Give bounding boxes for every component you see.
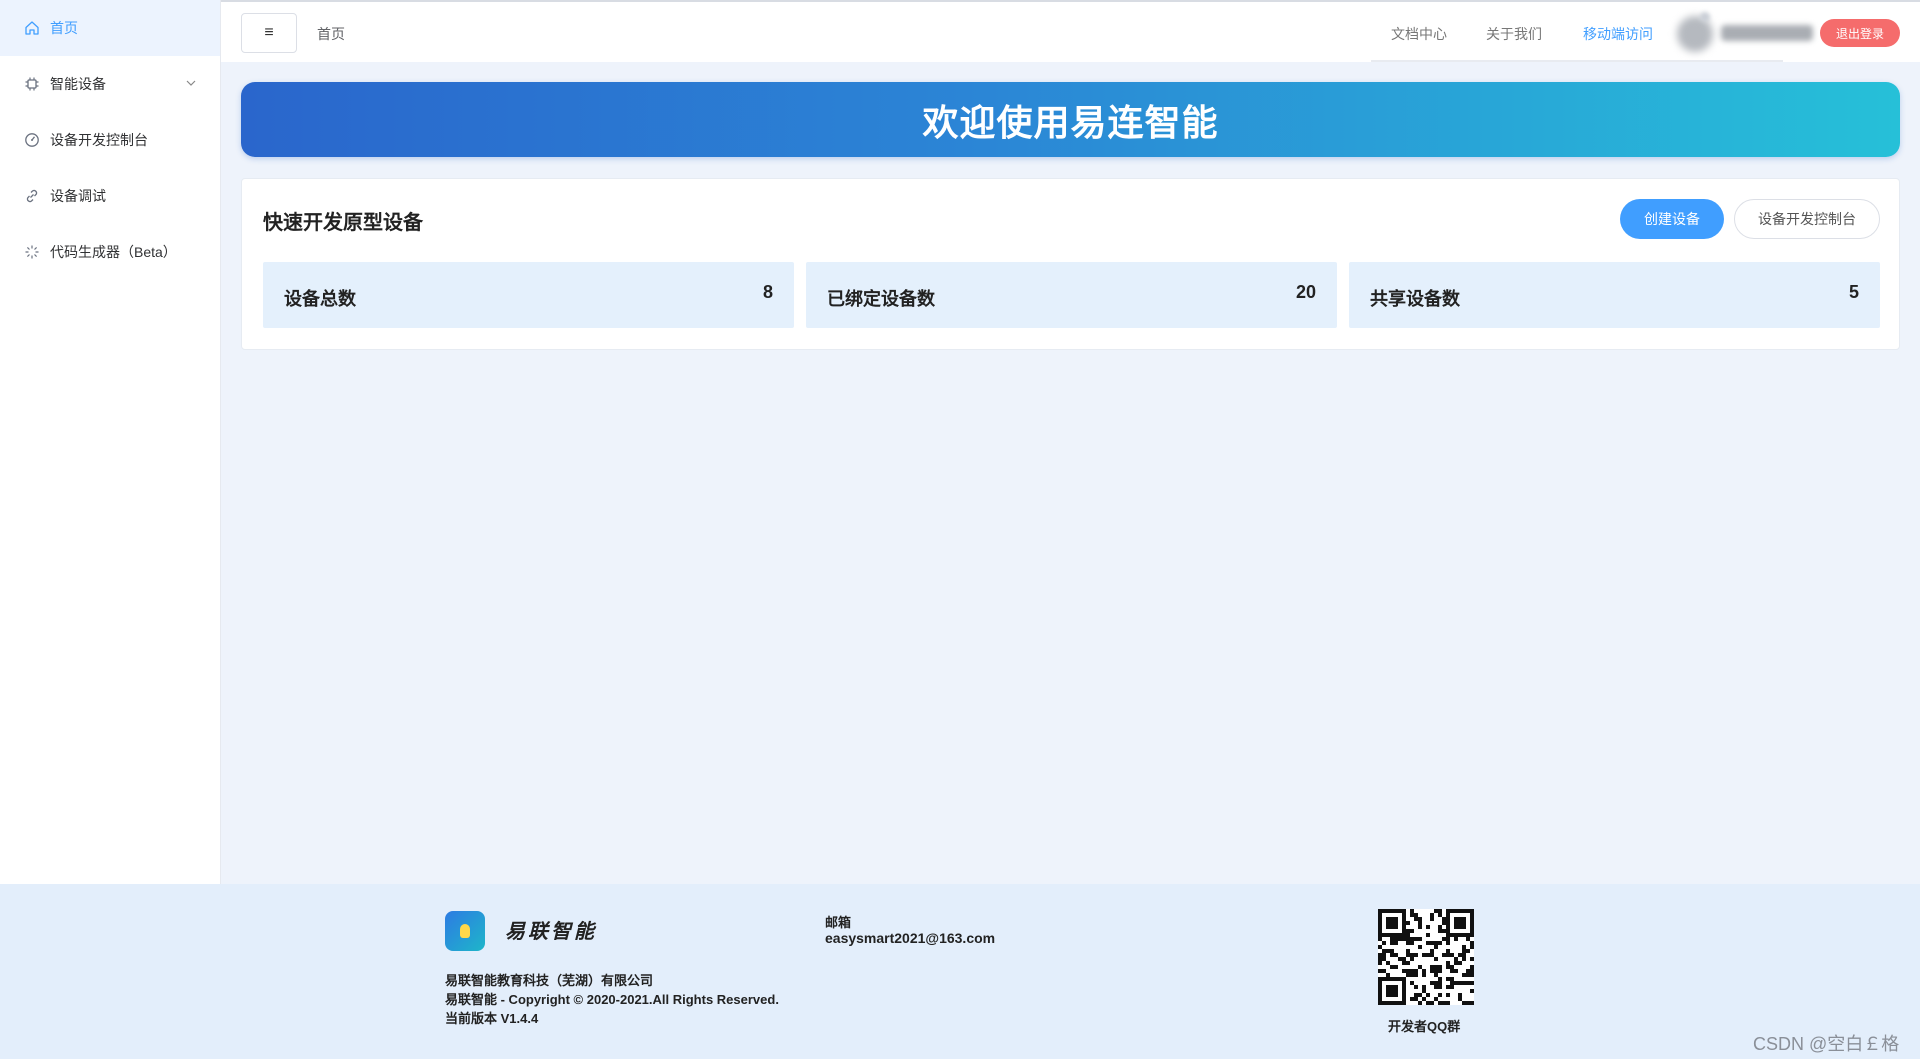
link-icon: [24, 188, 40, 204]
stat-label: 共享设备数: [1370, 289, 1460, 309]
sidebar-item-label: 设备调试: [50, 188, 106, 204]
card-title: 快速开发原型设备: [263, 212, 423, 234]
sidebar-item-label: 设备开发控制台: [50, 132, 148, 148]
brand-logo: [445, 911, 485, 951]
stat-value: 8: [762, 282, 773, 302]
footer-company: 易联智能教育科技（芜湖）有限公司: [445, 973, 654, 988]
qr-label: 开发者QQ群: [1388, 1019, 1461, 1034]
footer-version: 当前版本 V1.4.4: [445, 1011, 539, 1026]
docs-link[interactable]: 文档中心: [1391, 24, 1447, 44]
logout-button[interactable]: 退出登录: [1820, 19, 1900, 47]
quick-dev-card: 快速开发原型设备 创建设备 设备开发控制台 设备总数 8 已绑定设备数 20 共…: [241, 178, 1900, 350]
footer-copyright: 易联智能 - Copyright © 2020-2021.All Rights …: [445, 992, 779, 1007]
stat-value: 5: [1848, 282, 1859, 302]
username-redacted[interactable]: [1721, 25, 1813, 41]
sidebar-item-debug[interactable]: 设备调试: [0, 168, 220, 224]
csdn-watermark: CSDN @空白￡格: [1753, 1034, 1900, 1054]
hamburger-icon: ≡: [264, 24, 274, 41]
sidebar-item-home[interactable]: 首页: [0, 0, 220, 56]
create-device-button[interactable]: 创建设备: [1620, 199, 1724, 239]
stat-bound-devices: 已绑定设备数 20: [806, 262, 1337, 328]
footer-email-label: 邮箱: [825, 915, 852, 930]
sidebar: 首页 智能设备 设备开发控制台 设备调试 代码生成器（Beta）: [0, 0, 221, 884]
sidebar-item-label: 代码生成器（Beta）: [50, 244, 177, 260]
chevron-down-icon: [184, 76, 198, 90]
menu-toggle-button[interactable]: ≡: [241, 13, 297, 53]
sidebar-item-code-generator[interactable]: 代码生成器（Beta）: [0, 224, 220, 280]
loading-icon: [24, 244, 40, 260]
chip-icon: [24, 76, 40, 92]
home-icon: [24, 20, 40, 36]
sidebar-item-label: 智能设备: [50, 76, 106, 92]
top-header: ≡ 首页 文档中心 关于我们 移动端访问 退出登录: [221, 0, 1920, 62]
avatar[interactable]: [1677, 16, 1713, 52]
sidebar-item-label: 首页: [50, 20, 78, 36]
dev-console-button[interactable]: 设备开发控制台: [1734, 199, 1880, 239]
footer-brand: 易联智能: [505, 921, 597, 943]
banner-title: 欢迎使用易连智能: [922, 101, 1219, 143]
stat-value: 20: [1295, 282, 1316, 302]
lightbulb-icon: [460, 924, 470, 938]
sidebar-item-dev-console[interactable]: 设备开发控制台: [0, 112, 220, 168]
footer-email: easysmart2021@163.com: [825, 930, 996, 946]
stat-label: 设备总数: [284, 289, 356, 309]
dashboard-icon: [24, 132, 40, 148]
footer: 易联智能 易联智能教育科技（芜湖）有限公司 易联智能 - Copyright ©…: [0, 884, 1920, 1059]
welcome-banner: 欢迎使用易连智能: [241, 82, 1900, 157]
stat-total-devices: 设备总数 8: [263, 262, 794, 328]
qq-group-qr-code: [1378, 909, 1474, 1005]
header-divider: [1371, 60, 1783, 62]
avatar-badge: [1700, 12, 1710, 22]
about-link[interactable]: 关于我们: [1486, 24, 1542, 44]
stat-label: 已绑定设备数: [827, 289, 935, 309]
stat-shared-devices: 共享设备数 5: [1349, 262, 1880, 328]
sidebar-item-smart-devices[interactable]: 智能设备: [0, 56, 220, 112]
breadcrumb[interactable]: 首页: [317, 24, 345, 44]
mobile-access-link[interactable]: 移动端访问: [1583, 24, 1653, 44]
